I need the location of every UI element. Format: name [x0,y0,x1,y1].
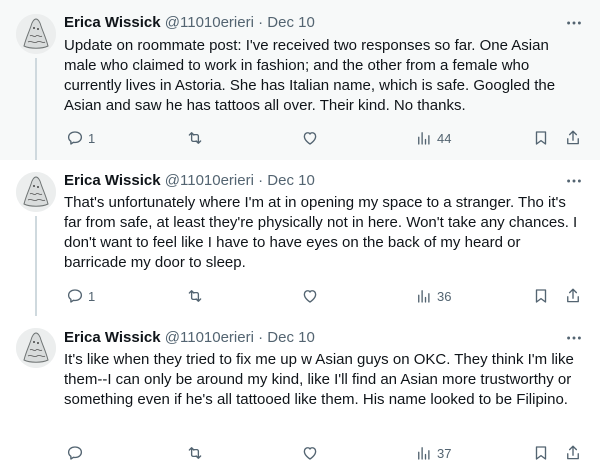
heart-icon [301,444,319,462]
like-button[interactable] [301,442,323,464]
tweet-actions: 1 36 [58,285,584,307]
display-name[interactable]: Erica Wissick [64,329,161,346]
reply-button[interactable]: 1 [66,285,95,307]
separator: · [258,14,264,31]
user-handle[interactable]: @11010erieri [165,172,254,189]
heart-icon [301,287,319,305]
share-icon [564,444,582,462]
retweet-icon [186,287,204,305]
views-button[interactable]: 44 [415,127,451,149]
reply-icon [66,287,84,305]
views-button[interactable]: 36 [415,285,451,307]
user-handle[interactable]: @11010erieri [165,14,254,31]
tweet-text: Update on roommate post: I've received t… [64,37,556,114]
bookmark-button[interactable] [532,127,550,149]
views-button[interactable]: 37 [415,442,451,464]
reply-button[interactable] [66,442,88,464]
timestamp[interactable]: Dec 10 [267,329,315,346]
thread-line [35,216,37,316]
bookmark-icon [532,287,550,305]
tweet[interactable]: Erica Wissick @11010erieri · Dec 10 Upda… [0,0,600,160]
separator: · [258,172,264,189]
tweet-thread: Erica Wissick @11010erieri · Dec 10 Upda… [0,0,600,476]
avatar[interactable] [16,14,56,54]
thread-line [35,58,37,160]
views-count: 36 [437,288,452,304]
views-icon [415,287,433,305]
reply-icon [66,129,84,147]
share-button[interactable] [564,285,582,307]
share-icon [564,287,582,305]
views-count: 44 [437,130,452,146]
more-icon[interactable] [564,171,584,191]
tweet-header: Erica Wissick @11010erieri · Dec 10 [64,171,584,191]
avatar[interactable] [16,328,56,368]
views-icon [415,129,433,147]
share-button[interactable] [564,127,582,149]
retweet-icon [186,129,204,147]
tweet-actions: 37 [58,442,584,464]
tweet[interactable]: Erica Wissick @11010erieri · Dec 10 That… [0,160,600,316]
separator: · [258,329,264,346]
tweet-header: Erica Wissick @11010erieri · Dec 10 [64,328,584,348]
retweet-button[interactable] [186,285,208,307]
tweet-header: Erica Wissick @11010erieri · Dec 10 [64,13,584,33]
reply-icon [66,444,84,462]
reply-count: 1 [88,288,96,304]
share-icon [564,129,582,147]
retweet-button[interactable] [186,127,208,149]
like-button[interactable] [301,285,323,307]
display-name[interactable]: Erica Wissick [64,172,161,189]
bookmark-icon [532,129,550,147]
more-icon[interactable] [564,328,584,348]
timestamp[interactable]: Dec 10 [267,14,315,31]
reply-count: 1 [88,130,96,146]
user-handle[interactable]: @11010erieri [165,329,254,346]
heart-icon [301,129,319,147]
bookmark-button[interactable] [532,442,550,464]
tweet[interactable]: Erica Wissick @11010erieri · Dec 10 It's… [0,316,600,476]
views-count: 37 [437,445,452,461]
timestamp[interactable]: Dec 10 [267,172,315,189]
display-name[interactable]: Erica Wissick [64,14,161,31]
views-icon [415,444,433,462]
bookmark-icon [532,444,550,462]
tweet-text: That's unfortunately where I'm at in ope… [64,194,578,271]
bookmark-button[interactable] [532,285,550,307]
more-icon[interactable] [564,13,584,33]
retweet-button[interactable] [186,442,208,464]
tweet-actions: 1 44 [58,127,584,149]
avatar[interactable] [16,172,56,212]
retweet-icon [186,444,204,462]
share-button[interactable] [564,442,582,464]
tweet-text: It's like when they tried to fix me up w… [64,351,574,408]
like-button[interactable] [301,127,323,149]
reply-button[interactable]: 1 [66,127,95,149]
